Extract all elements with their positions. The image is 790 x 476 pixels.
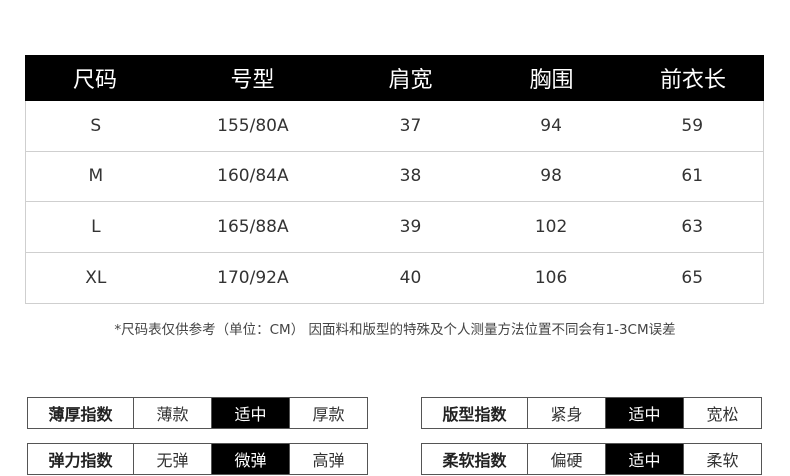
- cell-chest: 106: [534, 267, 568, 288]
- fit-option-tight: 紧身: [528, 398, 606, 428]
- cell-model: 170/92A: [217, 267, 289, 288]
- elasticity-option-slight: 微弹: [212, 444, 290, 474]
- cell-length: 59: [681, 115, 704, 136]
- fit-index: 版型指数 紧身 适中 宽松: [421, 397, 762, 429]
- cell-shoulder: 37: [399, 115, 422, 136]
- cell-model: 155/80A: [217, 115, 289, 136]
- table-row: L 165/88A 39 102 63: [26, 202, 763, 253]
- header-shoulder: 肩宽: [388, 68, 433, 93]
- softness-index: 柔软指数 偏硬 适中 柔软: [421, 443, 762, 475]
- table-header: 尺码 号型 肩宽 胸围 前衣长: [25, 55, 764, 101]
- cell-length: 63: [681, 216, 704, 237]
- cell-chest: 98: [540, 166, 562, 187]
- softness-index-label: 柔软指数: [422, 444, 528, 474]
- header-model: 号型: [230, 68, 275, 93]
- thickness-option-thin: 薄款: [134, 398, 212, 428]
- thickness-index-label: 薄厚指数: [28, 398, 134, 428]
- elasticity-option-none: 无弹: [134, 444, 212, 474]
- table-row: S 155/80A 37 94 59: [26, 101, 763, 152]
- thickness-option-thick: 厚款: [312, 405, 345, 424]
- thickness-option-medium: 适中: [212, 398, 290, 428]
- size-note: *尺码表仅供参考（单位：CM） 因面料和版型的特殊及个人测量方法位置不同会有1-…: [114, 322, 676, 338]
- header-chest: 胸围: [529, 68, 574, 93]
- elasticity-index: 弹力指数 无弹 微弹 高弹: [27, 443, 368, 475]
- table-row: XL 170/92A 40 106 65: [26, 253, 763, 304]
- cell-model: 160/84A: [217, 166, 289, 187]
- cell-size: S: [90, 115, 102, 136]
- cell-size: XL: [85, 267, 107, 288]
- table-row: M 160/84A 38 98 61: [26, 152, 763, 202]
- cell-length: 61: [681, 166, 704, 187]
- softness-option-medium: 适中: [606, 444, 684, 474]
- cell-size: M: [88, 166, 104, 187]
- cell-shoulder: 39: [399, 216, 422, 237]
- cell-size: L: [91, 216, 101, 237]
- thickness-index: 薄厚指数 薄款 适中 厚款: [27, 397, 368, 429]
- elasticity-option-high: 高弹: [312, 451, 345, 470]
- cell-length: 65: [681, 267, 704, 288]
- cell-chest: 94: [540, 115, 562, 136]
- size-table: 尺码 号型 肩宽 胸围 前衣长 S 155/80A 37 94 59 M 160…: [25, 55, 764, 304]
- cell-shoulder: 38: [399, 166, 422, 187]
- softness-option-soft: 柔软: [706, 451, 739, 470]
- cell-shoulder: 40: [399, 267, 422, 288]
- fit-option-loose: 宽松: [706, 405, 739, 424]
- elasticity-index-label: 弹力指数: [28, 444, 134, 474]
- softness-option-hard: 偏硬: [528, 444, 606, 474]
- header-length: 前衣长: [659, 68, 726, 93]
- fit-option-medium: 适中: [606, 398, 684, 428]
- cell-model: 165/88A: [217, 216, 289, 237]
- fit-index-label: 版型指数: [422, 398, 528, 428]
- header-size: 尺码: [72, 68, 117, 93]
- cell-chest: 102: [534, 216, 568, 237]
